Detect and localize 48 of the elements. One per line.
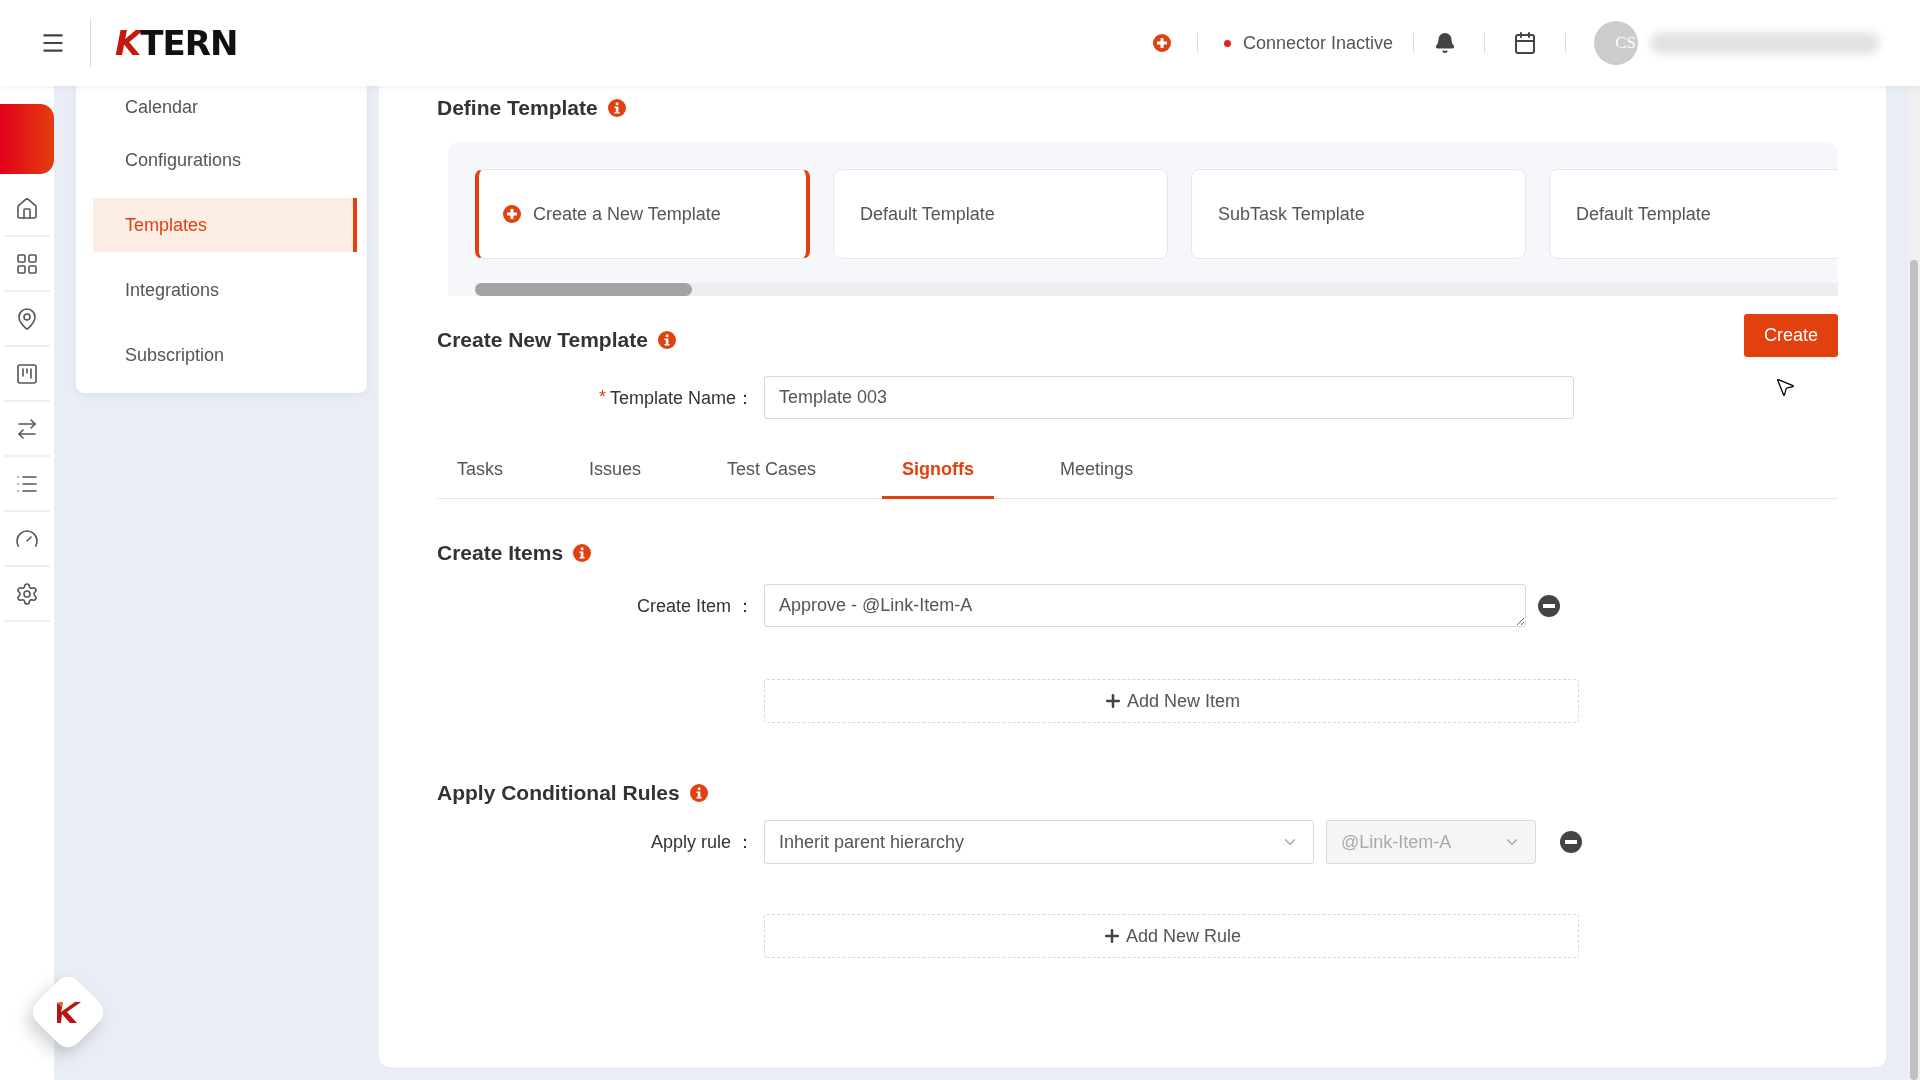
- info-icon: [689, 784, 708, 802]
- remove-icon[interactable]: [1538, 594, 1560, 617]
- scrollbar-thumb[interactable]: [1910, 260, 1918, 1080]
- template-card[interactable]: SubTask Template: [1191, 169, 1526, 259]
- logo: KTERN: [115, 23, 238, 63]
- tab[interactable]: Test Cases: [707, 459, 837, 499]
- rule-select[interactable]: Inherit parent hierarchy: [764, 820, 1314, 864]
- plus-circle-icon: [503, 205, 521, 223]
- info-icon: [573, 544, 592, 562]
- card-label: Default Template: [1576, 203, 1711, 225]
- field-label: Template Name：: [609, 386, 754, 410]
- calendar-icon[interactable]: [1513, 31, 1537, 55]
- template-card[interactable]: Default Template: [833, 169, 1168, 259]
- info-icon: [657, 330, 676, 349]
- submenu-item[interactable]: Calendar: [93, 86, 357, 128]
- notification-icon[interactable]: [1434, 32, 1456, 54]
- add-rule-button[interactable]: Add New Rule: [764, 914, 1579, 958]
- tab[interactable]: Signoffs: [882, 459, 995, 499]
- card-label: Default Template: [860, 203, 995, 225]
- section-title: Define Template: [437, 96, 598, 120]
- submenu-item[interactable]: Subscription: [93, 323, 357, 388]
- info-icon: [607, 99, 626, 117]
- connector-status: Connector Inactive: [1242, 32, 1393, 54]
- card-label: SubTask Template: [1218, 203, 1365, 225]
- remove-icon[interactable]: [1560, 831, 1582, 853]
- submenu-item[interactable]: Templates: [93, 198, 357, 252]
- template-name-field[interactable]: Template 003: [764, 376, 1574, 419]
- tab[interactable]: Tasks: [437, 459, 523, 499]
- cursor-icon: [1774, 376, 1796, 398]
- plus-circle-icon: [1152, 34, 1171, 52]
- add-icon[interactable]: [1152, 34, 1171, 52]
- create-button[interactable]: Create: [1743, 314, 1838, 357]
- template-card[interactable]: Create a New Template: [475, 169, 810, 259]
- card-label: Create a New Template: [533, 203, 721, 225]
- scrollbar-thumb[interactable]: [475, 283, 692, 296]
- submenu-item[interactable]: Configurations: [93, 128, 357, 193]
- submenu-item[interactable]: Integrations: [93, 258, 357, 323]
- section-title: Create New Template: [437, 327, 648, 352]
- template-card[interactable]: Default Template: [1549, 169, 1838, 259]
- field-label: Apply rule ：: [650, 831, 754, 854]
- required-mark: *: [598, 387, 606, 408]
- section-title: Apply Conditional Rules: [437, 781, 680, 805]
- field-label: Create Item ：: [636, 594, 754, 618]
- add-item-button[interactable]: Add New Item: [764, 679, 1579, 723]
- section-title: Create Items: [437, 541, 564, 565]
- tab[interactable]: Meetings: [1040, 459, 1154, 499]
- tab[interactable]: Issues: [569, 459, 662, 499]
- create-item-field[interactable]: Approve - @Link-Item-A: [764, 584, 1526, 627]
